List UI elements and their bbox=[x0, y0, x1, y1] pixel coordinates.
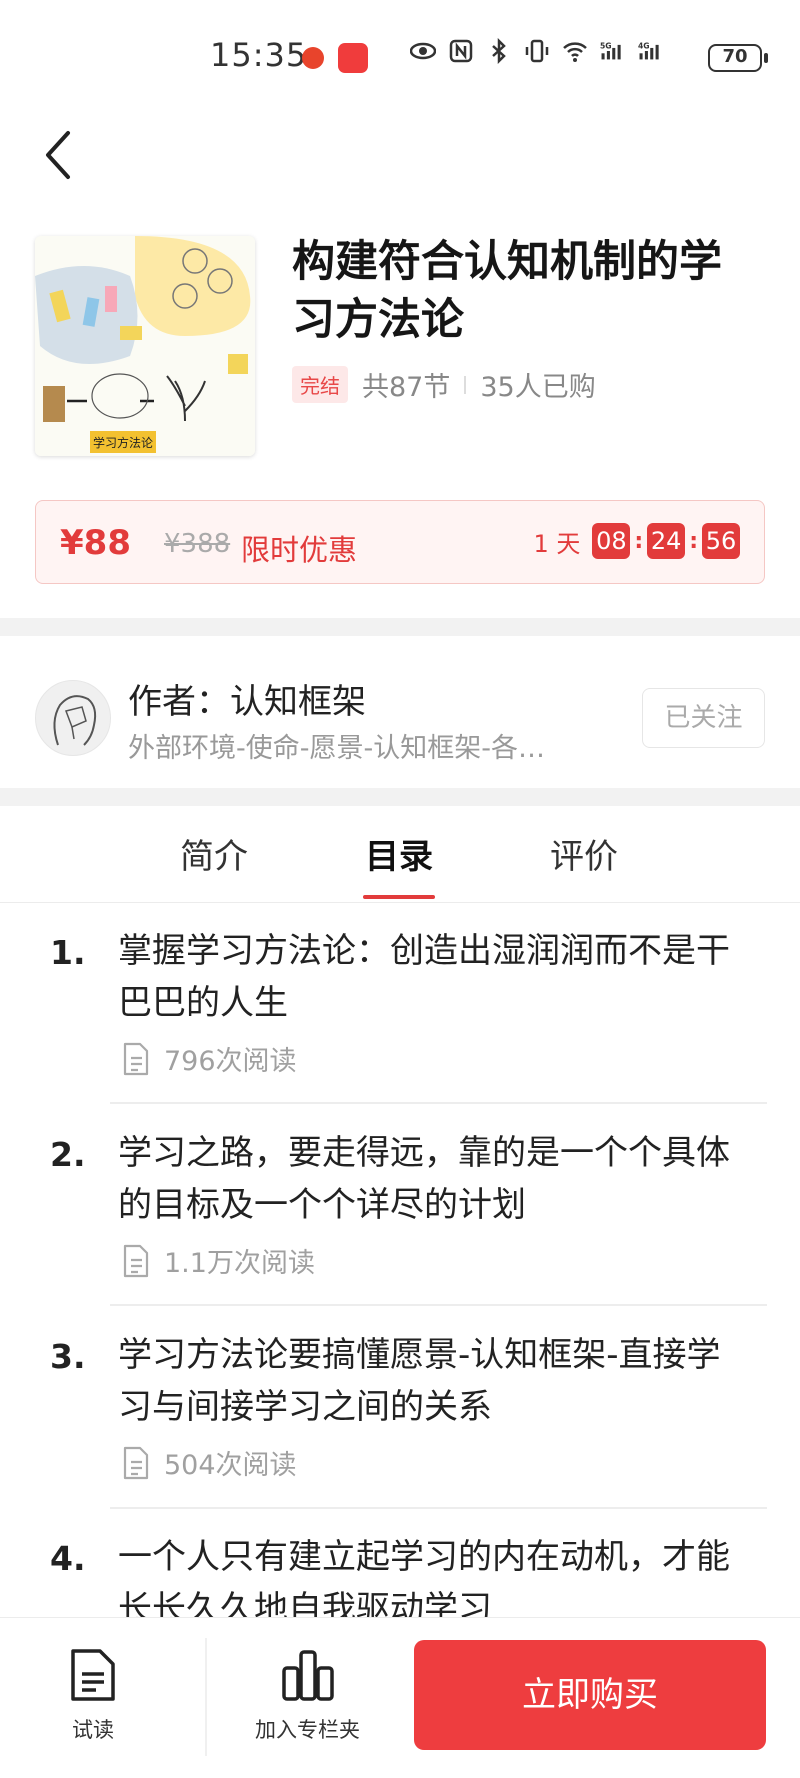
item-number: 3. bbox=[50, 1337, 86, 1376]
active-tab-indicator bbox=[363, 895, 435, 899]
chevron-left-icon bbox=[46, 131, 70, 179]
document-icon bbox=[123, 1042, 149, 1075]
item-reads: 504次阅读 bbox=[122, 1443, 297, 1482]
add-to-folder-button[interactable]: 加入专栏夹 bbox=[255, 1648, 360, 1744]
document-icon bbox=[123, 1244, 149, 1277]
countdown-timer: 1 天 08 : 24 : 56 bbox=[533, 523, 740, 559]
list-divider bbox=[110, 1304, 767, 1306]
nfc-icon bbox=[449, 39, 473, 63]
read-count: 504次阅读 bbox=[164, 1450, 297, 1481]
signal-5g-icon: 5G bbox=[600, 42, 621, 60]
add-to-folder-label: 加入专栏夹 bbox=[255, 1718, 360, 1742]
read-count: 1.1万次阅读 bbox=[164, 1248, 315, 1279]
item-number: 4. bbox=[50, 1539, 86, 1578]
back-button[interactable] bbox=[38, 125, 88, 185]
section-divider bbox=[0, 618, 800, 636]
vibrate-icon bbox=[525, 39, 549, 63]
cover-mindmap-illustration: 学习方法论 bbox=[35, 236, 255, 456]
original-price: ¥388 bbox=[164, 529, 231, 559]
svg-text:4G: 4G bbox=[638, 42, 650, 51]
countdown-colon: : bbox=[634, 528, 644, 554]
signal-4g-icon: 4G bbox=[638, 42, 659, 60]
tab-intro[interactable]: 简介 bbox=[180, 829, 248, 878]
status-time: 15:35 bbox=[210, 36, 308, 74]
svg-text:5G: 5G bbox=[600, 42, 612, 51]
course-meta: 完结 共87节 35人已购 bbox=[292, 365, 596, 404]
document-icon bbox=[71, 1649, 115, 1701]
author-description: 外部环境-使命-愿景-认知框架-各… bbox=[128, 733, 545, 764]
status-icons: 5G 4G bbox=[410, 38, 664, 64]
section-divider bbox=[0, 788, 800, 806]
item-number: 1. bbox=[50, 933, 86, 972]
follow-button[interactable]: 已关注 bbox=[642, 688, 765, 748]
item-reads: 796次阅读 bbox=[122, 1039, 297, 1078]
course-title: 构建符合认知机制的学习方法论 bbox=[292, 237, 722, 345]
item-title: 学习之路，要走得远，靠的是一个个具体的目标及一个个详尽的计划 bbox=[118, 1133, 730, 1225]
item-title: 掌握学习方法论：创造出湿润润而不是干巴巴的人生 bbox=[118, 931, 730, 1023]
tab-bar: 简介 目录 评价 bbox=[0, 807, 800, 903]
eye-icon bbox=[410, 42, 436, 60]
bottom-action-bar: 试读 加入专栏夹 立即购买 bbox=[0, 1617, 800, 1778]
course-cover-image[interactable]: 学习方法论 bbox=[35, 236, 255, 456]
huawei-app-icon bbox=[338, 43, 368, 73]
bottom-divider bbox=[205, 1638, 207, 1756]
countdown-colon: : bbox=[689, 528, 698, 554]
wifi-icon bbox=[563, 42, 587, 62]
meta-divider bbox=[464, 375, 467, 394]
list-divider bbox=[110, 1507, 767, 1509]
tab-catalog[interactable]: 目录 bbox=[365, 829, 433, 878]
bookshelf-icon bbox=[281, 1650, 334, 1701]
item-number: 2. bbox=[50, 1135, 86, 1174]
item-title: 学习方法论要搞懂愿景-认知框架-直接学习与间接学习之间的关系 bbox=[118, 1335, 721, 1427]
countdown-hours: 08 bbox=[592, 523, 631, 559]
trial-read-label: 试读 bbox=[72, 1718, 114, 1742]
item-reads: 1.1万次阅读 bbox=[122, 1241, 315, 1280]
price-banner: ¥88 ¥388 限时优惠 1 天 08 : 24 : 56 bbox=[35, 500, 765, 584]
svg-text:学习方法论: 学习方法论 bbox=[93, 435, 153, 450]
list-divider bbox=[110, 1102, 767, 1104]
countdown-days: 1 天 bbox=[533, 529, 581, 558]
trial-read-button[interactable]: 试读 bbox=[68, 1648, 118, 1744]
countdown-seconds: 56 bbox=[702, 523, 740, 559]
bluetooth-icon bbox=[492, 38, 506, 64]
document-icon bbox=[123, 1446, 149, 1479]
battery-indicator: 70 bbox=[708, 44, 768, 72]
tab-reviews[interactable]: 评价 bbox=[550, 829, 618, 878]
read-count: 796次阅读 bbox=[164, 1046, 297, 1077]
buy-now-button[interactable]: 立即购买 bbox=[414, 1640, 766, 1750]
status-bar: 15:35 5G 4G 70 bbox=[0, 0, 800, 115]
author-name[interactable]: 作者：认知框架 bbox=[128, 674, 366, 723]
current-price: ¥88 bbox=[60, 523, 131, 563]
promo-label: 限时优惠 bbox=[241, 533, 358, 567]
author-avatar[interactable] bbox=[35, 680, 111, 756]
purchase-count: 35人已购 bbox=[480, 372, 596, 403]
status-badge: 完结 bbox=[292, 366, 348, 403]
head-outline-icon bbox=[53, 695, 97, 746]
countdown-minutes: 24 bbox=[647, 523, 686, 559]
notification-dot-icon bbox=[302, 47, 324, 69]
section-count: 共87节 bbox=[362, 372, 451, 403]
